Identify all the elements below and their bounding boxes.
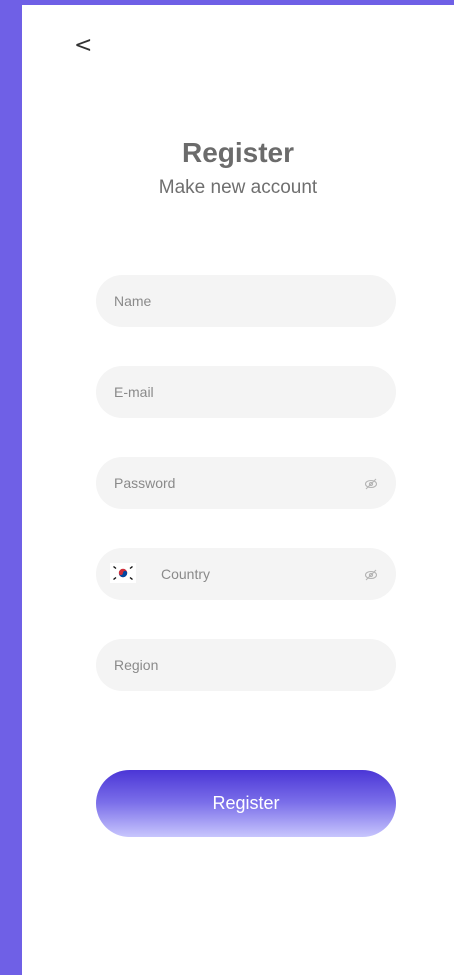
back-button[interactable]: < bbox=[74, 34, 94, 58]
eye-off-icon[interactable] bbox=[364, 568, 378, 582]
eye-off-icon[interactable] bbox=[364, 477, 378, 491]
region-input[interactable] bbox=[114, 639, 354, 691]
page-title: Register bbox=[181, 137, 295, 168]
register-button[interactable]: Register bbox=[96, 770, 396, 837]
name-field[interactable] bbox=[96, 275, 396, 327]
country-field[interactable] bbox=[96, 548, 396, 600]
register-screen: < Register Make new account Name E-mail … bbox=[22, 5, 454, 975]
name-input[interactable] bbox=[114, 275, 354, 327]
email-field[interactable] bbox=[96, 366, 396, 418]
password-field[interactable] bbox=[96, 457, 396, 509]
page-subtitle: Make new account bbox=[158, 177, 318, 198]
password-input[interactable] bbox=[114, 457, 354, 509]
region-field[interactable] bbox=[96, 639, 396, 691]
south-korea-flag-icon bbox=[110, 563, 136, 583]
country-input[interactable] bbox=[161, 548, 361, 600]
email-input[interactable] bbox=[114, 366, 354, 418]
